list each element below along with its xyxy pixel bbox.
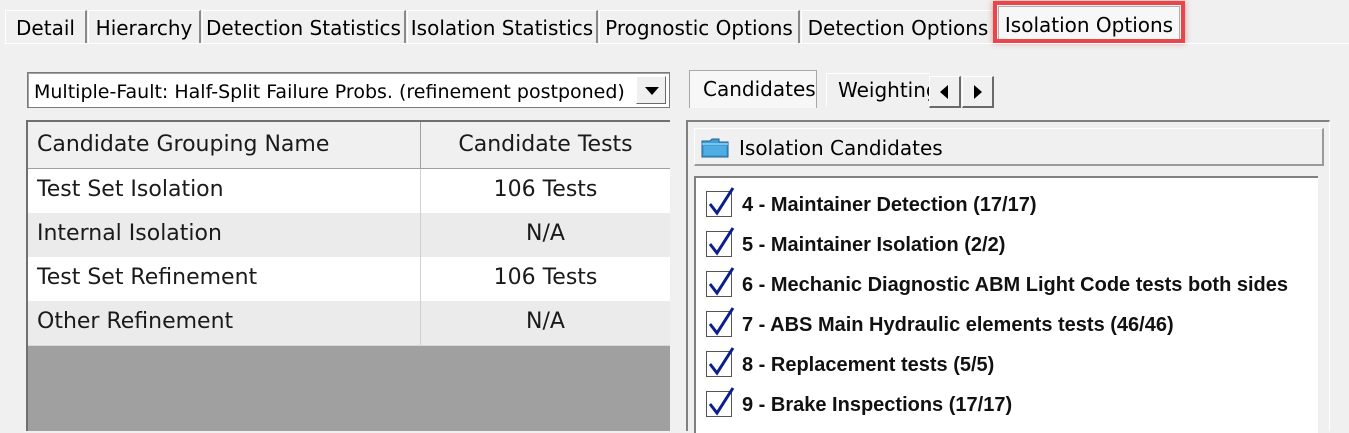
main-tab-strip: Detail Hierarchy Detection Statistics Is…	[0, 0, 1349, 44]
table-row[interactable]: Test Set Refinement 106 Tests	[28, 257, 670, 302]
candidate-tests-cell: N/A	[526, 221, 565, 246]
grouping-name-cell: Test Set Refinement	[28, 257, 421, 301]
candidate-label: 5 - Maintainer Isolation (2/2)	[742, 234, 1006, 256]
checkmark-icon	[708, 347, 735, 376]
dropdown-button[interactable]	[636, 76, 666, 104]
tab-prognostic-options[interactable]: Prognostic Options	[599, 10, 800, 44]
candidates-header: Isolation Candidates	[694, 128, 1324, 166]
checkmark-icon	[708, 307, 735, 336]
subtab-candidates[interactable]: Candidates	[689, 70, 817, 108]
candidate-label: 6 - Mechanic Diagnostic ABM Light Code t…	[742, 274, 1288, 296]
candidate-tests-cell: 106 Tests	[493, 177, 598, 202]
candidate-label: 8 - Replacement tests (5/5)	[742, 354, 995, 376]
candidate-label: 9 - Brake Inspections (17/17)	[742, 394, 1013, 416]
grouping-name-cell: Internal Isolation	[28, 213, 421, 257]
candidates-title: Isolation Candidates	[739, 136, 943, 160]
grouping-name-cell: Test Set Isolation	[28, 169, 421, 213]
candidate-label: 7 - ABS Main Hydraulic elements tests (4…	[742, 314, 1174, 336]
tab-detail[interactable]: Detail	[5, 10, 87, 44]
subtab-weighting[interactable]: Weighting	[826, 73, 930, 107]
tab-hierarchy[interactable]: Hierarchy	[88, 10, 201, 44]
checkmark-icon	[708, 387, 735, 416]
isolation-strategy-select[interactable]: Multiple-Fault: Half-Split Failure Probs…	[27, 72, 670, 108]
candidate-checkbox[interactable]	[706, 227, 735, 257]
grid-header: Candidate Grouping Name Candidate Tests	[28, 122, 670, 169]
chevron-down-icon	[645, 87, 659, 95]
active-tab-highlight	[993, 1, 1185, 43]
candidate-checkbox[interactable]	[706, 347, 735, 377]
candidate-tests-cell: N/A	[526, 309, 565, 334]
checkmark-icon	[708, 187, 735, 216]
checkmark-icon	[708, 227, 735, 256]
candidates-list: 4 - Maintainer Detection (17/17) 5 - Mai…	[694, 176, 1318, 433]
arrow-right-icon	[974, 85, 982, 99]
tab-detection-statistics[interactable]: Detection Statistics	[202, 10, 406, 44]
isolation-candidates-panel: Isolation Candidates 4 - Maintainer Dete…	[686, 120, 1330, 433]
tab-scroll-left-button[interactable]	[929, 76, 961, 108]
tab-isolation-statistics[interactable]: Isolation Statistics	[407, 10, 598, 44]
table-row[interactable]: Internal Isolation N/A	[28, 213, 670, 258]
candidate-tests-cell: 106 Tests	[493, 265, 598, 290]
candidate-checkbox[interactable]	[706, 267, 735, 297]
candidate-label: 4 - Maintainer Detection (17/17)	[742, 194, 1037, 216]
checkmark-icon	[708, 267, 735, 296]
grouping-name-cell: Other Refinement	[28, 301, 421, 345]
candidate-checkbox[interactable]	[706, 187, 735, 217]
table-row[interactable]: Test Set Isolation 106 Tests	[28, 169, 670, 214]
arrow-left-icon	[940, 85, 948, 99]
candidate-grouping-grid: Candidate Grouping Name Candidate Tests …	[26, 120, 670, 431]
column-header-candidate-tests[interactable]: Candidate Tests	[421, 122, 670, 168]
table-row[interactable]: Other Refinement N/A	[28, 301, 670, 346]
candidate-checkbox[interactable]	[706, 307, 735, 337]
isolation-strategy-value: Multiple-Fault: Half-Split Failure Probs…	[34, 81, 625, 103]
candidate-checkbox[interactable]	[706, 387, 735, 417]
column-header-grouping-name[interactable]: Candidate Grouping Name	[28, 122, 421, 168]
tab-scroll-right-button[interactable]	[962, 76, 994, 108]
folder-icon	[701, 138, 729, 158]
tab-detection-options[interactable]: Detection Options	[801, 10, 996, 44]
